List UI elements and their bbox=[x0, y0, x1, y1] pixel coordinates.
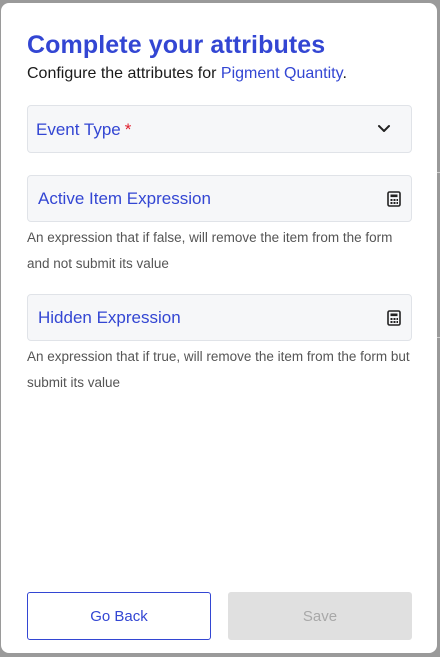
save-button[interactable]: Save bbox=[228, 592, 412, 640]
modal-title: Complete your attributes bbox=[27, 31, 326, 59]
attribute-name-link: Pigment Quantity bbox=[220, 65, 343, 82]
subtitle-suffix: . bbox=[342, 65, 347, 82]
hidden-expression-help: An expression that if true, will remove … bbox=[27, 349, 410, 390]
calculator-icon[interactable] bbox=[387, 310, 401, 326]
event-type-select[interactable]: Event Type * bbox=[27, 105, 412, 153]
active-item-expression-field[interactable]: Active Item Expression bbox=[27, 175, 412, 222]
attributes-modal: Complete your attributes Configure the a… bbox=[1, 3, 437, 653]
chevron-down-icon[interactable] bbox=[377, 124, 391, 134]
go-back-button[interactable]: Go Back bbox=[27, 592, 211, 640]
modal-subtitle: Configure the attributes for Pigment Qua… bbox=[27, 65, 347, 83]
active-item-expression-label: Active Item Expression bbox=[38, 189, 211, 208]
event-type-label: Event Type * bbox=[36, 120, 131, 140]
calculator-icon[interactable] bbox=[387, 191, 401, 207]
subtitle-prefix: Configure the attributes for bbox=[27, 65, 221, 82]
hidden-expression-field[interactable]: Hidden Expression bbox=[27, 294, 412, 341]
hidden-expression-label: Hidden Expression bbox=[38, 308, 181, 327]
required-marker: * bbox=[124, 120, 132, 139]
active-item-expression-help: An expression that if false, will remove… bbox=[27, 230, 393, 271]
event-type-label-text: Event Type bbox=[36, 120, 121, 139]
